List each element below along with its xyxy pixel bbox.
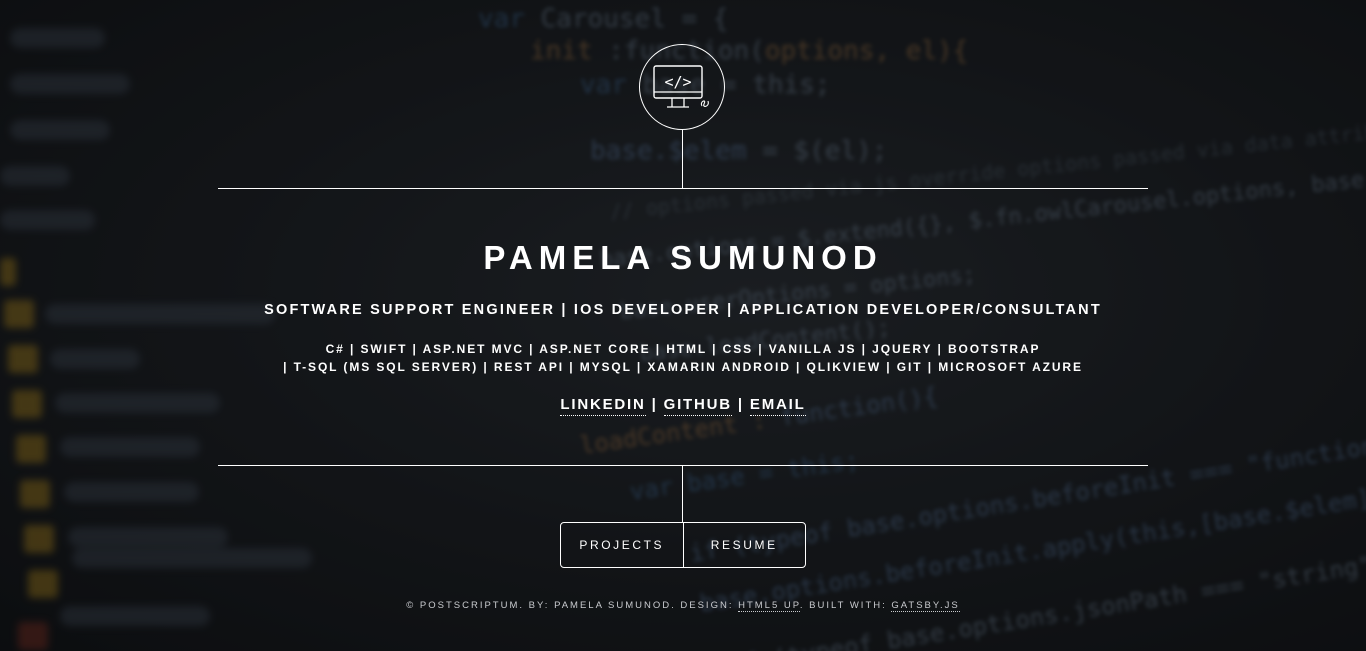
monitor-code-icon: </> bbox=[653, 65, 709, 108]
github-link[interactable]: GITHUB bbox=[663, 396, 732, 416]
nav-connector bbox=[682, 465, 683, 522]
gatsby-link[interactable]: GATSBY.JS bbox=[891, 600, 960, 612]
bottom-divider bbox=[218, 465, 1148, 466]
logo: </> bbox=[639, 44, 725, 130]
link-separator: | bbox=[651, 396, 658, 413]
roles-text: SOFTWARE SUPPORT ENGINEER | IOS DEVELOPE… bbox=[264, 302, 1102, 318]
svg-text:</>: </> bbox=[664, 73, 691, 91]
skills-line-1: C# | SWIFT | ASP.NET MVC | ASP.NET CORE … bbox=[325, 342, 1041, 356]
page-title: PAMELA SUMUNOD bbox=[483, 239, 883, 276]
logo-connector bbox=[682, 130, 683, 188]
projects-button[interactable]: PROJECTS bbox=[561, 523, 683, 567]
footer-copyright: © POSTSCRIPTUM. BY: PAMELA SUMUNOD. DESI… bbox=[406, 600, 734, 611]
top-divider bbox=[218, 188, 1148, 189]
email-link[interactable]: EMAIL bbox=[749, 396, 806, 416]
resume-button[interactable]: RESUME bbox=[682, 523, 806, 567]
html5up-link[interactable]: HTML5 UP bbox=[738, 600, 800, 612]
skills-text: C# | SWIFT | ASP.NET MVC | ASP.NET CORE … bbox=[218, 340, 1148, 376]
link-separator: | bbox=[737, 396, 744, 413]
footer: © POSTSCRIPTUM. BY: PAMELA SUMUNOD. DESI… bbox=[218, 600, 1148, 612]
main-nav: PROJECTS RESUME bbox=[560, 522, 806, 568]
linkedin-link[interactable]: LINKEDIN bbox=[560, 396, 646, 416]
footer-built-with: . BUILT WITH: bbox=[799, 600, 887, 611]
skills-line-2: | T-SQL (MS SQL SERVER) | REST API | MYS… bbox=[283, 360, 1083, 374]
contact-links: LINKEDIN | GITHUB | EMAIL bbox=[218, 396, 1148, 416]
